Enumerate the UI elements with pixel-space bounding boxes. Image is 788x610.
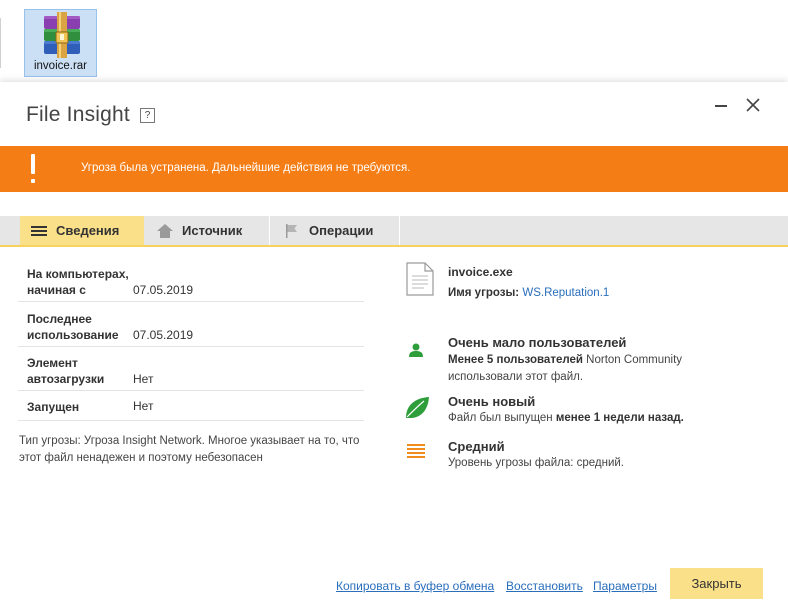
tab-operations-label: Операции [309, 223, 374, 238]
threat-name-label: Имя угрозы: [448, 287, 520, 299]
help-button[interactable]: ? [140, 108, 155, 123]
details-row: Элемент автозагрузки Нет [18, 347, 364, 391]
tab-bar: Сведения Источник Операции [0, 216, 788, 247]
close-icon [746, 98, 760, 112]
alert-banner: Угроза была устранена. Дальнейшие действ… [0, 146, 788, 192]
minimize-button[interactable] [712, 96, 730, 114]
document-icon [406, 262, 434, 296]
threat-description: Тип угрозы: Угроза Insight Network. Мног… [19, 435, 360, 464]
details-value: Нет [133, 372, 154, 386]
age-prefix: Файл был выпущен [448, 412, 556, 424]
level-line: Уровень угрозы файла: средний. [448, 457, 625, 469]
flag-icon [286, 223, 297, 238]
details-row: Последнее использование 07.05.2019 [18, 302, 364, 347]
details-label: На компьютерах, начиная с [27, 267, 129, 297]
file-name-label: invoice.rar [33, 60, 88, 72]
home-icon [157, 223, 173, 238]
list-icon [31, 225, 47, 236]
threat-name-link[interactable]: WS.Reputation.1 [522, 287, 609, 299]
file-name: invoice.exe [448, 265, 513, 279]
users-line: Менее 5 пользователей Norton Community [448, 354, 682, 366]
exclamation-icon [28, 154, 38, 186]
details-value: 07.05.2019 [133, 283, 194, 297]
tab-operations[interactable]: Операции [270, 216, 400, 245]
age-line: Файл был выпущен менее 1 недели назад. [448, 412, 684, 424]
details-label: Последнее использование [27, 312, 119, 342]
threat-level-icon [407, 444, 425, 458]
level-title: Средний [448, 439, 505, 454]
users-line-2: использовали этот файл. [448, 371, 584, 383]
threat-name-line: Имя угрозы: WS.Reputation.1 [448, 287, 609, 299]
settings-link[interactable]: Параметры [593, 579, 657, 593]
file-insight-dialog: File Insight ? Угроза была устранена. Да… [0, 82, 788, 610]
details-row: На компьютерах, начиная с 07.05.2019 [18, 260, 364, 302]
copy-to-clipboard-link[interactable]: Копировать в буфер обмена [336, 579, 494, 593]
tab-details[interactable]: Сведения [20, 216, 144, 245]
desktop-file-invoice-rar[interactable]: invoice.rar [24, 9, 97, 77]
details-label: Элемент автозагрузки [27, 356, 105, 386]
age-title: Очень новый [448, 394, 536, 409]
alert-text: Угроза была устранена. Дальнейшие действ… [81, 162, 411, 174]
users-title: Очень мало пользователей [448, 335, 627, 350]
close-window-button[interactable] [744, 96, 762, 114]
desktop-edge [0, 18, 1, 68]
details-label: Запущен [27, 400, 80, 414]
desktop-area: invoice.rar [0, 0, 788, 82]
age-value: менее 1 недели назад. [555, 412, 684, 424]
close-button[interactable]: Закрыть [670, 568, 763, 599]
users-community: Norton Community [582, 354, 683, 366]
details-table: На компьютерах, начиная с 07.05.2019 Пос… [18, 260, 364, 421]
tab-source[interactable]: Источник [144, 216, 270, 245]
leaf-icon [406, 397, 429, 419]
tab-source-label: Источник [182, 223, 243, 238]
details-row: Запущен Нет [18, 391, 364, 421]
users-count: Менее 5 пользователей [448, 354, 583, 366]
details-value: Нет [133, 399, 154, 413]
restore-link[interactable]: Восстановить [506, 579, 583, 593]
dialog-title: File Insight [26, 103, 130, 126]
details-value: 07.05.2019 [133, 328, 194, 342]
tab-details-label: Сведения [56, 223, 120, 238]
winrar-archive-icon [44, 12, 80, 58]
user-icon [409, 343, 423, 357]
